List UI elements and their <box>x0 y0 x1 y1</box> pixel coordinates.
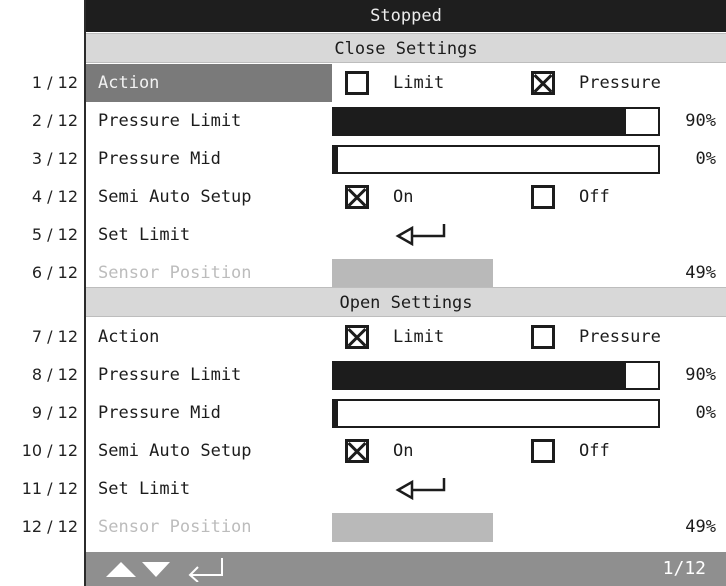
close-action-label: Action <box>86 64 332 102</box>
close-pressure-limit-bar[interactable] <box>332 107 660 136</box>
open-action-limit-checkbox[interactable] <box>345 325 369 349</box>
open-pressure-mid-fill <box>334 401 338 426</box>
open-settings-header: Open Settings <box>86 287 726 317</box>
open-sensor-position-value: 49% <box>685 517 716 537</box>
row-number: 10 / 12 <box>21 441 78 460</box>
close-pressure-mid-value: 0% <box>695 149 716 169</box>
row-number: 3 / 12 <box>31 149 78 168</box>
close-action-limit-checkbox[interactable] <box>345 71 369 95</box>
navigation-icons <box>106 558 223 582</box>
row-number: 7 / 12 <box>31 327 78 346</box>
open-semi-auto-off-option[interactable]: Off <box>531 432 610 470</box>
row-number: 8 / 12 <box>31 365 78 384</box>
open-semi-auto-on-checkbox[interactable] <box>345 439 369 463</box>
footer-bar: 1/12 <box>86 552 726 586</box>
open-action-pressure-label: Pressure <box>579 327 661 347</box>
close-action-pressure-label: Pressure <box>579 73 661 93</box>
open-pressure-limit-fill <box>334 363 626 388</box>
close-pressure-mid-fill <box>334 147 338 172</box>
close-settings-header: Close Settings <box>86 33 726 63</box>
close-sensor-position-fill <box>332 259 493 288</box>
row-number: 12 / 12 <box>21 517 78 536</box>
open-pressure-mid-row[interactable]: Pressure Mid 0% <box>86 394 726 432</box>
row-number: 5 / 12 <box>31 225 78 244</box>
open-action-label: Action <box>98 327 160 347</box>
open-sensor-position-row: Sensor Position 49% <box>86 508 726 546</box>
row-number: 6 / 12 <box>31 263 78 282</box>
open-pressure-mid-bar[interactable] <box>332 399 660 428</box>
row-number: 1 / 12 <box>31 73 78 92</box>
device-display: Stopped Close Settings Action Limit Pres… <box>84 0 726 586</box>
close-semi-auto-off-label: Off <box>579 187 610 207</box>
close-semi-auto-on-option[interactable]: On <box>345 178 413 216</box>
down-arrow-icon[interactable] <box>142 562 170 577</box>
up-arrow-icon[interactable] <box>106 562 136 577</box>
close-semi-auto-off-checkbox[interactable] <box>531 185 555 209</box>
row-number-column: 1 / 12 2 / 12 3 / 12 4 / 12 5 / 12 6 / 1… <box>0 0 84 586</box>
close-pressure-limit-row[interactable]: Pressure Limit 90% <box>86 102 726 140</box>
close-pressure-limit-label: Pressure Limit <box>98 111 242 131</box>
close-action-row[interactable]: Action Limit Pressure <box>86 64 726 102</box>
close-set-limit-row[interactable]: Set Limit <box>86 216 726 254</box>
close-semi-auto-on-label: On <box>393 187 414 207</box>
status-title: Stopped <box>86 0 726 32</box>
close-sensor-position-bar <box>332 259 660 288</box>
open-pressure-limit-row[interactable]: Pressure Limit 90% <box>86 356 726 394</box>
page-indicator: 1/12 <box>662 558 706 579</box>
close-semi-auto-off-option[interactable]: Off <box>531 178 610 216</box>
row-number: 4 / 12 <box>31 187 78 206</box>
enter-arrow-icon[interactable] <box>392 222 448 248</box>
row-number: 11 / 12 <box>21 479 78 498</box>
close-semi-auto-on-checkbox[interactable] <box>345 185 369 209</box>
open-sensor-position-bar <box>332 513 660 542</box>
open-action-row[interactable]: Action Limit Pressure <box>86 318 726 356</box>
close-action-limit-option[interactable]: Limit <box>345 64 444 102</box>
close-pressure-mid-row[interactable]: Pressure Mid 0% <box>86 140 726 178</box>
close-semi-auto-row[interactable]: Semi Auto Setup On Off <box>86 178 726 216</box>
close-action-limit-label: Limit <box>393 73 445 93</box>
open-semi-auto-on-label: On <box>393 441 414 461</box>
open-pressure-mid-label: Pressure Mid <box>98 403 221 423</box>
close-pressure-mid-label: Pressure Mid <box>98 149 221 169</box>
open-pressure-limit-label: Pressure Limit <box>98 365 242 385</box>
close-pressure-mid-bar[interactable] <box>332 145 660 174</box>
open-pressure-limit-value: 90% <box>685 365 716 385</box>
open-semi-auto-label: Semi Auto Setup <box>98 441 252 461</box>
open-action-limit-label: Limit <box>393 327 445 347</box>
close-action-pressure-option[interactable]: Pressure <box>531 64 661 102</box>
row-number: 2 / 12 <box>31 111 78 130</box>
close-pressure-limit-fill <box>334 109 626 134</box>
open-semi-auto-row[interactable]: Semi Auto Setup On Off <box>86 432 726 470</box>
close-pressure-limit-value: 90% <box>685 111 716 131</box>
open-set-limit-label: Set Limit <box>98 479 191 499</box>
close-action-pressure-checkbox[interactable] <box>531 71 555 95</box>
open-sensor-position-fill <box>332 513 493 542</box>
close-semi-auto-label: Semi Auto Setup <box>98 187 252 207</box>
open-semi-auto-off-checkbox[interactable] <box>531 439 555 463</box>
enter-arrow-icon[interactable] <box>392 476 448 502</box>
open-pressure-mid-value: 0% <box>695 403 716 423</box>
open-pressure-limit-bar[interactable] <box>332 361 660 390</box>
open-action-limit-option[interactable]: Limit <box>345 318 444 356</box>
enter-icon[interactable] <box>188 558 223 582</box>
open-semi-auto-on-option[interactable]: On <box>345 432 413 470</box>
open-set-limit-row[interactable]: Set Limit <box>86 470 726 508</box>
open-semi-auto-off-label: Off <box>579 441 610 461</box>
open-action-pressure-checkbox[interactable] <box>531 325 555 349</box>
row-number: 9 / 12 <box>31 403 78 422</box>
open-action-pressure-option[interactable]: Pressure <box>531 318 661 356</box>
close-set-limit-label: Set Limit <box>98 225 191 245</box>
open-sensor-position-label: Sensor Position <box>98 517 252 537</box>
